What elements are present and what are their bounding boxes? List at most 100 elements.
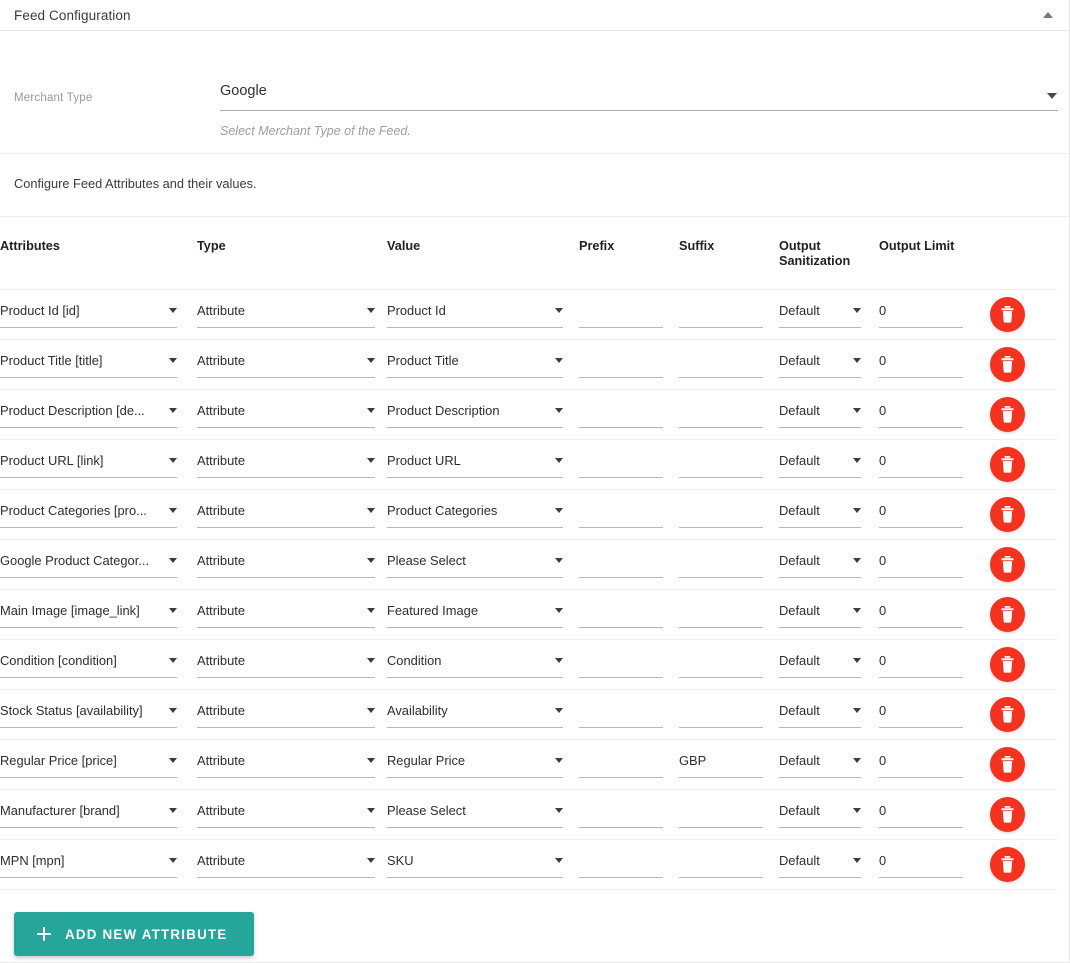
prefix-input-cell [579, 389, 679, 440]
value-select[interactable]: Please Select [387, 552, 563, 578]
value-select[interactable]: Product URL [387, 452, 563, 478]
delete-attribute-button[interactable] [990, 647, 1025, 682]
prefix-input[interactable] [579, 752, 663, 778]
suffix-input[interactable] [679, 652, 763, 678]
delete-attribute-button[interactable] [990, 797, 1025, 832]
output-limit-input[interactable]: 0 [879, 702, 963, 728]
type-select[interactable]: Attribute [197, 652, 375, 678]
value-select[interactable]: Availability [387, 702, 563, 728]
type-select[interactable]: Attribute [197, 802, 375, 828]
value-select[interactable]: SKU [387, 852, 563, 878]
type-select[interactable]: Attribute [197, 852, 375, 878]
suffix-input[interactable] [679, 452, 763, 478]
output-limit-input[interactable]: 0 [879, 852, 963, 878]
value-select[interactable]: Product Description [387, 402, 563, 428]
output-sanitization-select[interactable]: Default [779, 452, 861, 478]
attribute-select[interactable]: Google Product Categor... [0, 552, 177, 578]
output-sanitization-select[interactable]: Default [779, 802, 861, 828]
attribute-select[interactable]: Product URL [link] [0, 452, 177, 478]
output-sanitization-select[interactable]: Default [779, 852, 861, 878]
attribute-select[interactable]: Product Id [id] [0, 302, 177, 328]
output-limit-input[interactable]: 0 [879, 352, 963, 378]
suffix-input[interactable] [679, 302, 763, 328]
delete-attribute-button[interactable] [990, 747, 1025, 782]
suffix-input[interactable] [679, 402, 763, 428]
type-select[interactable]: Attribute [197, 752, 375, 778]
output-limit-input[interactable]: 0 [879, 552, 963, 578]
type-select[interactable]: Attribute [197, 302, 375, 328]
suffix-input[interactable] [679, 702, 763, 728]
type-select[interactable]: Attribute [197, 502, 375, 528]
delete-attribute-button[interactable] [990, 697, 1025, 732]
type-select[interactable]: Attribute [197, 702, 375, 728]
prefix-input[interactable] [579, 552, 663, 578]
attribute-select[interactable]: Product Description [de... [0, 402, 177, 428]
attribute-select[interactable]: Stock Status [availability] [0, 702, 177, 728]
value-select[interactable]: Condition [387, 652, 563, 678]
suffix-input[interactable] [679, 552, 763, 578]
output-sanitization-select[interactable]: Default [779, 352, 861, 378]
suffix-input[interactable] [679, 602, 763, 628]
output-sanitization-select[interactable]: Default [779, 302, 861, 328]
prefix-input[interactable] [579, 352, 663, 378]
attribute-select[interactable]: Product Title [title] [0, 352, 177, 378]
suffix-input[interactable] [679, 502, 763, 528]
add-new-attribute-button[interactable]: ADD NEW ATTRIBUTE [14, 912, 255, 956]
output-limit-input[interactable]: 0 [879, 752, 963, 778]
attribute-select[interactable]: Product Categories [pro... [0, 502, 177, 528]
output-limit-input[interactable]: 0 [879, 652, 963, 678]
type-select[interactable]: Attribute [197, 352, 375, 378]
prefix-input[interactable] [579, 702, 663, 728]
output-limit-input[interactable]: 0 [879, 452, 963, 478]
output-sanitization-select[interactable]: Default [779, 702, 861, 728]
suffix-input[interactable] [679, 852, 763, 878]
delete-attribute-button[interactable] [990, 347, 1025, 382]
output-limit-input[interactable]: 0 [879, 602, 963, 628]
type-select[interactable]: Attribute [197, 552, 375, 578]
output-sanitization-select[interactable]: Default [779, 502, 861, 528]
delete-attribute-button[interactable] [990, 847, 1025, 882]
prefix-input[interactable] [579, 802, 663, 828]
type-select[interactable]: Attribute [197, 452, 375, 478]
prefix-input[interactable] [579, 852, 663, 878]
delete-attribute-button[interactable] [990, 397, 1025, 432]
value-select[interactable]: Please Select [387, 802, 563, 828]
attribute-select[interactable]: Main Image [image_link] [0, 602, 177, 628]
prefix-input[interactable] [579, 602, 663, 628]
merchant-type-select[interactable]: Google [220, 81, 1058, 111]
output-limit-input[interactable]: 0 [879, 402, 963, 428]
output-sanitization-select[interactable]: Default [779, 602, 861, 628]
output-limit-input[interactable]: 0 [879, 502, 963, 528]
value-select[interactable]: Product Id [387, 302, 563, 328]
attribute-select[interactable]: Condition [condition] [0, 652, 177, 678]
suffix-input[interactable] [679, 802, 763, 828]
suffix-input[interactable]: GBP [679, 752, 763, 778]
output-limit-input[interactable]: 0 [879, 302, 963, 328]
delete-attribute-button[interactable] [990, 297, 1025, 332]
value-select[interactable]: Product Title [387, 352, 563, 378]
suffix-input[interactable] [679, 352, 763, 378]
value-select[interactable]: Regular Price [387, 752, 563, 778]
attribute-select[interactable]: MPN [mpn] [0, 852, 177, 878]
delete-attribute-button[interactable] [990, 497, 1025, 532]
prefix-input[interactable] [579, 652, 663, 678]
output-sanitization-select[interactable]: Default [779, 402, 861, 428]
type-select[interactable]: Attribute [197, 402, 375, 428]
prefix-input[interactable] [579, 402, 663, 428]
type-select[interactable]: Attribute [197, 602, 375, 628]
prefix-input[interactable] [579, 302, 663, 328]
prefix-input[interactable] [579, 452, 663, 478]
attribute-select[interactable]: Regular Price [price] [0, 752, 177, 778]
prefix-input[interactable] [579, 502, 663, 528]
attribute-select[interactable]: Manufacturer [brand] [0, 802, 177, 828]
delete-attribute-button[interactable] [990, 597, 1025, 632]
delete-attribute-button[interactable] [990, 547, 1025, 582]
output-sanitization-select[interactable]: Default [779, 552, 861, 578]
value-select[interactable]: Product Categories [387, 502, 563, 528]
collapse-panel-toggle[interactable] [1040, 7, 1056, 23]
delete-attribute-button[interactable] [990, 447, 1025, 482]
output-limit-input[interactable]: 0 [879, 802, 963, 828]
value-select[interactable]: Featured Image [387, 602, 563, 628]
output-sanitization-select[interactable]: Default [779, 752, 861, 778]
output-sanitization-select[interactable]: Default [779, 652, 861, 678]
